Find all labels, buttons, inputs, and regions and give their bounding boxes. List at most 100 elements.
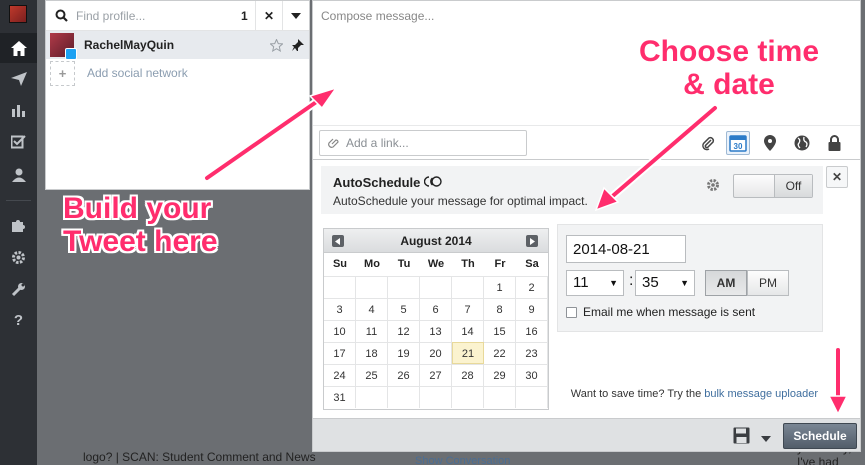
background-text: logo? | SCAN: Student Comment and News (83, 450, 316, 464)
email-notify-label: Email me when message is sent (583, 305, 756, 319)
calendar-day[interactable]: 29 (484, 364, 516, 386)
calendar-day[interactable]: 17 (324, 342, 356, 364)
add-link-field (319, 130, 527, 156)
calendar-day[interactable]: 6 (420, 298, 452, 320)
calendar-day[interactable]: 15 (484, 320, 516, 342)
gear-icon[interactable] (706, 178, 720, 195)
calendar-day[interactable]: 14 (452, 320, 484, 342)
assignments-icon[interactable] (0, 127, 37, 157)
home-icon[interactable] (0, 33, 37, 63)
contacts-icon[interactable] (0, 160, 37, 190)
analytics-icon[interactable] (0, 95, 37, 125)
calendar-icon[interactable]: 30 (726, 131, 750, 155)
profile-name: RachelMayQuin (84, 38, 175, 52)
profile-picker: 1 ✕ RachelMayQuin + Add social network (45, 0, 310, 190)
autoschedule-toggle-label: Off (774, 175, 812, 197)
calendar-icon-day: 30 (734, 142, 743, 151)
bulk-hint-text: Want to save time? Try the (570, 388, 702, 400)
calendar-day[interactable]: 10 (324, 320, 356, 342)
attachment-icon[interactable] (696, 131, 720, 155)
email-notify-checkbox[interactable] (566, 306, 577, 318)
left-nav-rail: ? (0, 0, 37, 465)
calendar-empty-cell (452, 276, 484, 298)
calendar-day-selected[interactable]: 21 (452, 342, 484, 364)
pm-button[interactable]: PM (747, 270, 789, 296)
save-draft-icon[interactable] (733, 427, 750, 447)
calendar-day[interactable]: 26 (388, 364, 420, 386)
schedule-button[interactable]: Schedule (783, 423, 857, 449)
calendar-day[interactable]: 5 (388, 298, 420, 320)
next-month-button[interactable] (526, 235, 538, 247)
calendar-day[interactable]: 19 (388, 342, 420, 364)
link-icon (320, 137, 346, 149)
annotation-line: Tweet here (63, 225, 218, 258)
search-icon (46, 9, 76, 22)
autoschedule-icon (424, 175, 443, 190)
pin-icon[interactable] (287, 38, 309, 52)
annotation-line: Choose time (639, 35, 820, 68)
minute-value: 35 (642, 274, 659, 291)
compose-toolbar: 30 (313, 125, 860, 159)
calendar-day[interactable]: 1 (484, 276, 516, 298)
calendar-day[interactable]: 24 (324, 364, 356, 386)
calendar-day[interactable]: 4 (356, 298, 388, 320)
chevron-down-icon[interactable] (761, 431, 771, 445)
add-link-input[interactable] (346, 136, 516, 150)
weekday-label: Fr (494, 258, 506, 270)
profile-search-input[interactable] (76, 1, 241, 30)
user-avatar[interactable] (9, 5, 27, 23)
autoschedule-title-text: AutoSchedule (333, 175, 421, 190)
close-schedule-button[interactable]: ✕ (826, 166, 848, 188)
profile-dropdown-button[interactable] (282, 0, 309, 31)
calendar-empty-cell (420, 276, 452, 298)
calendar-day[interactable]: 13 (420, 320, 452, 342)
hour-select[interactable]: 11 ▼ (566, 270, 624, 296)
profile-item[interactable]: RachelMayQuin (46, 31, 309, 60)
send-icon[interactable] (0, 64, 37, 94)
annotation-line: Build your (63, 192, 212, 225)
email-notify-option[interactable]: Email me when message is sent (566, 305, 755, 319)
weekday-label: Mo (364, 258, 380, 270)
weekday-label: Tu (397, 258, 411, 270)
calendar-day[interactable]: 12 (388, 320, 420, 342)
tools-icon[interactable] (0, 274, 37, 304)
am-button[interactable]: AM (705, 270, 747, 296)
calendar-day[interactable]: 8 (484, 298, 516, 320)
bulk-uploader-link[interactable]: bulk message uploader (704, 388, 818, 400)
chevron-down-icon: ▼ (680, 278, 689, 288)
star-icon[interactable] (265, 38, 287, 52)
weekday-label: We (427, 258, 445, 270)
clear-profiles-button[interactable]: ✕ (255, 0, 282, 31)
datetime-selector: 11 ▼ : 35 ▼ AM PM Email me when message … (557, 224, 823, 332)
add-social-network[interactable]: + Add social network (46, 59, 309, 87)
globe-icon[interactable] (790, 131, 814, 155)
calendar-day[interactable]: 20 (420, 342, 452, 364)
calendar-day[interactable]: 16 (516, 320, 548, 342)
location-icon[interactable] (758, 131, 782, 155)
calendar-day[interactable]: 31 (324, 386, 356, 408)
lock-icon[interactable] (822, 131, 846, 155)
calendar-empty-cell (516, 386, 548, 408)
calendar-day[interactable]: 30 (516, 364, 548, 386)
apps-icon[interactable] (0, 210, 37, 240)
date-input[interactable] (566, 235, 686, 263)
calendar-week: 31 (324, 386, 548, 408)
calendar-day[interactable]: 22 (484, 342, 516, 364)
calendar-day[interactable]: 7 (452, 298, 484, 320)
minute-select[interactable]: 35 ▼ (635, 270, 695, 296)
calendar-day[interactable]: 9 (516, 298, 548, 320)
calendar-week: 3456789 (324, 298, 548, 320)
calendar-day[interactable]: 18 (356, 342, 388, 364)
calendar-day[interactable]: 11 (356, 320, 388, 342)
settings-icon[interactable] (0, 242, 37, 272)
compose-footer: Schedule (312, 418, 861, 452)
add-icon: + (50, 60, 75, 86)
calendar-day[interactable]: 3 (324, 298, 356, 320)
calendar-day[interactable]: 28 (452, 364, 484, 386)
calendar-day[interactable]: 2 (516, 276, 548, 298)
help-icon[interactable]: ? (0, 305, 37, 335)
calendar-day[interactable]: 23 (516, 342, 548, 364)
calendar-day[interactable]: 27 (420, 364, 452, 386)
autoschedule-toggle[interactable]: Off (733, 174, 813, 198)
calendar-day[interactable]: 25 (356, 364, 388, 386)
